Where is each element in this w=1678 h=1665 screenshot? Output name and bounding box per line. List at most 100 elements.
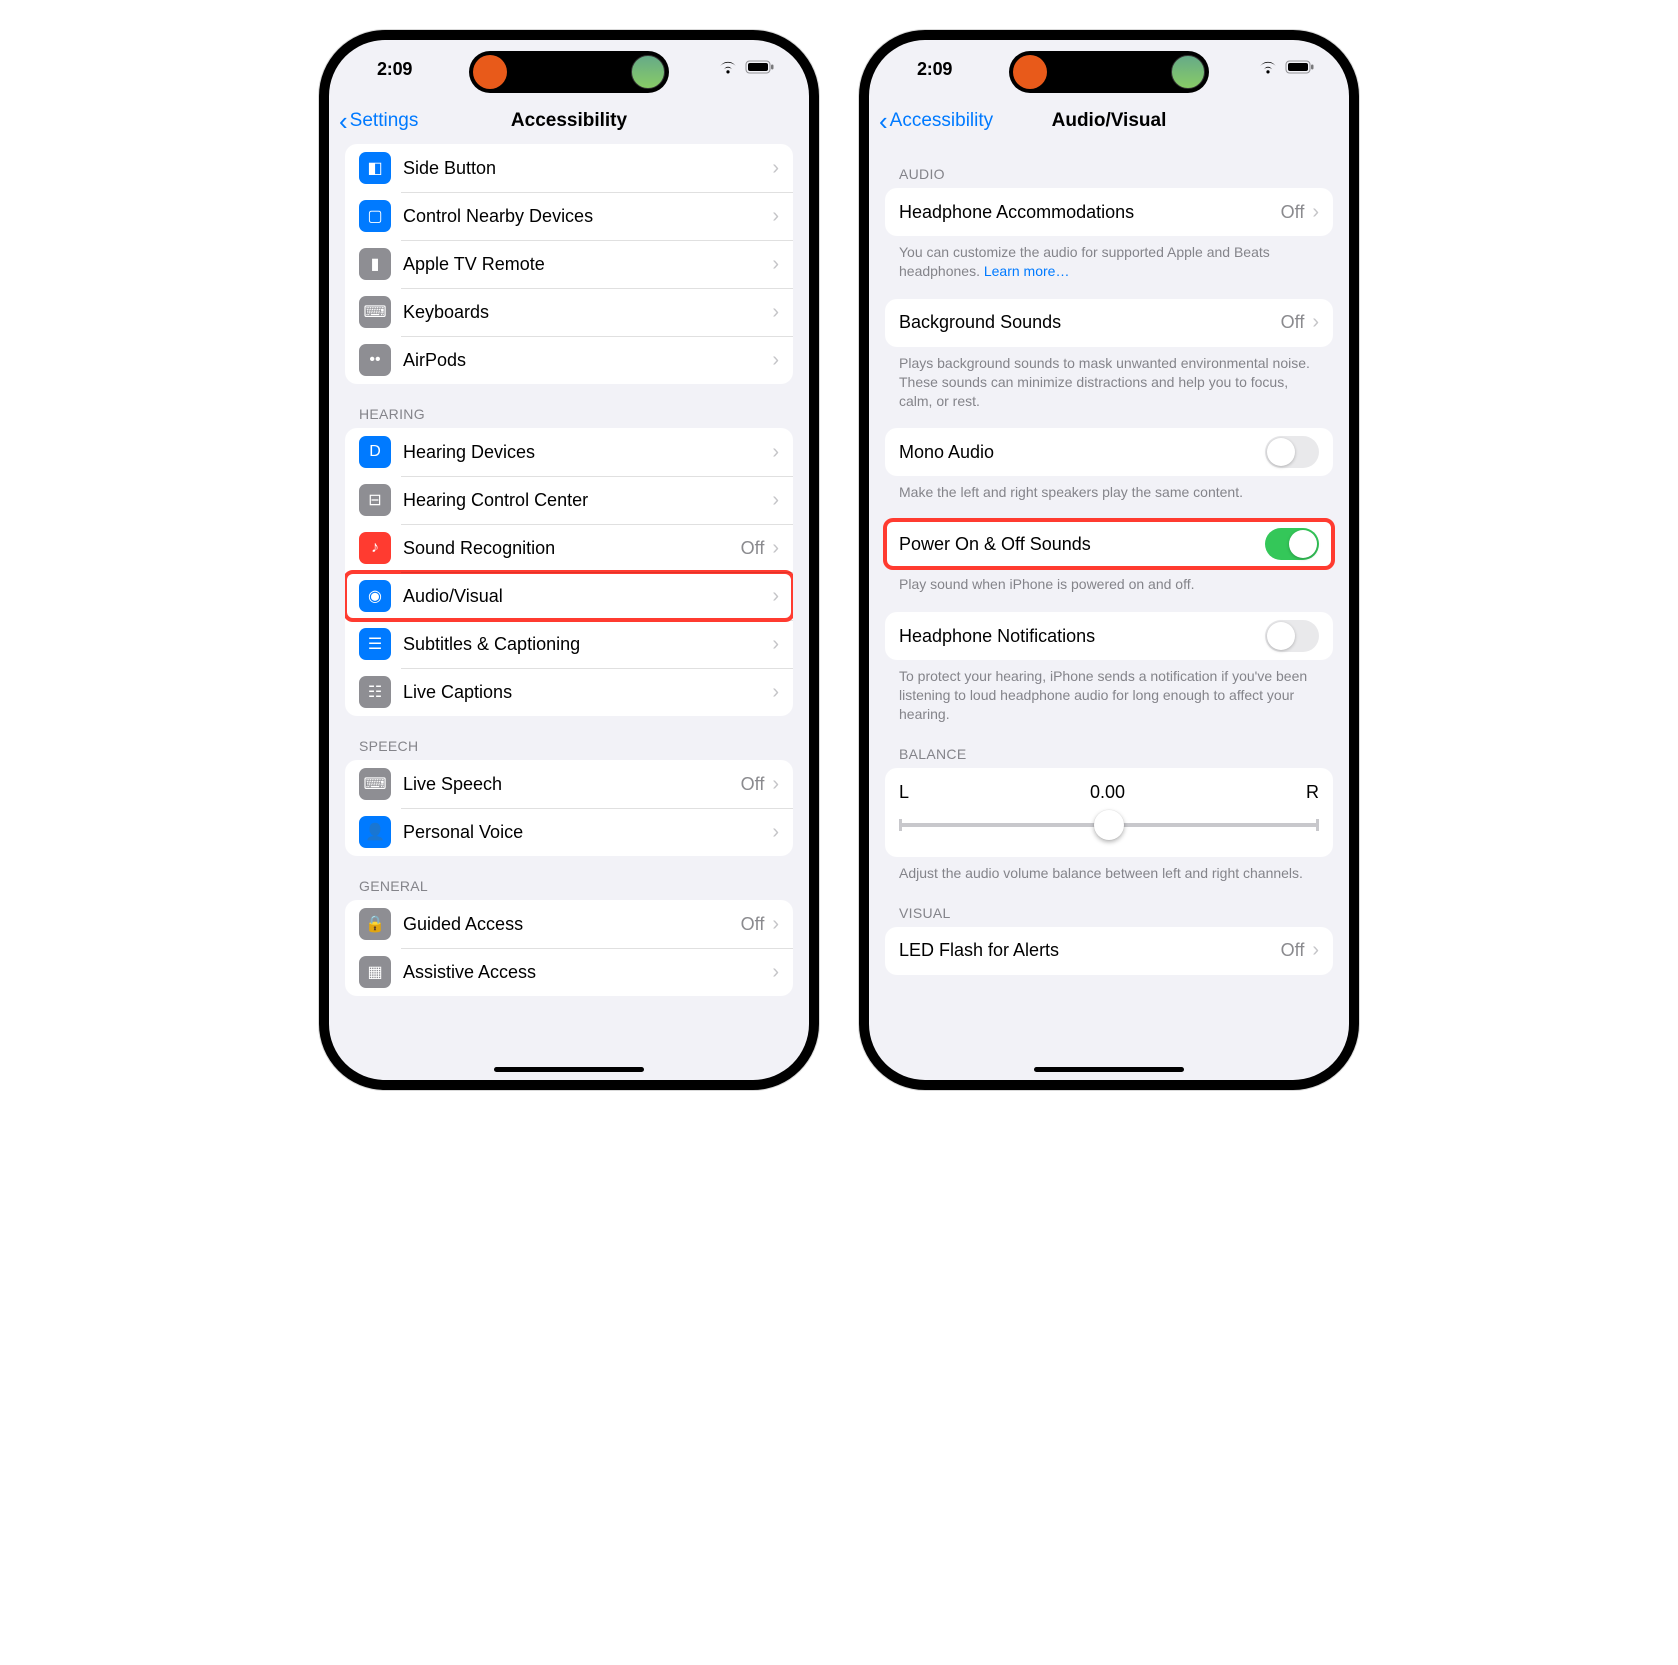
row-audio-visual[interactable]: ◉Audio/Visual› xyxy=(345,572,793,620)
toggle-mono-audio[interactable] xyxy=(1265,436,1319,468)
balance-value: 0.00 xyxy=(1090,782,1125,803)
chevron-left-icon: ‹ xyxy=(339,108,348,134)
row-label: Guided Access xyxy=(403,914,741,935)
row-label: Personal Voice xyxy=(403,822,772,843)
back-label: Accessibility xyxy=(890,110,993,132)
chevron-right-icon: › xyxy=(772,349,779,372)
keyboards-icon: ⌨ xyxy=(359,296,391,328)
row-headphone-notifications[interactable]: Headphone Notifications xyxy=(885,612,1333,660)
chevron-right-icon: › xyxy=(1312,311,1319,334)
audio-visual-icon: ◉ xyxy=(359,580,391,612)
footer-headphone-accom: You can customize the audio for supporte… xyxy=(885,236,1333,281)
hearing-control-icon: ⊟ xyxy=(359,484,391,516)
back-label: Settings xyxy=(350,110,419,132)
row-headphone-accommodations[interactable]: Headphone Accommodations Off › xyxy=(885,188,1333,236)
row-power-sounds[interactable]: Power On & Off Sounds xyxy=(885,520,1333,568)
slider-thumb[interactable] xyxy=(1094,810,1124,840)
section-header-visual: VISUAL xyxy=(885,883,1333,927)
row-label: Apple TV Remote xyxy=(403,254,772,275)
island-widget-left xyxy=(473,55,507,89)
row-label: Live Captions xyxy=(403,682,772,703)
footer-hp-notif: To protect your hearing, iPhone sends a … xyxy=(885,660,1333,724)
battery-icon xyxy=(1285,60,1315,79)
row-hearing-devices[interactable]: DHearing Devices› xyxy=(345,428,793,476)
row-guided-access[interactable]: 🔒Guided AccessOff› xyxy=(345,900,793,948)
page-title: Accessibility xyxy=(511,110,627,132)
learn-more-link[interactable]: Learn more… xyxy=(984,263,1070,279)
chevron-right-icon: › xyxy=(772,681,779,704)
battery-icon xyxy=(745,60,775,79)
airpods-icon: •• xyxy=(359,344,391,376)
row-personal-voice[interactable]: 👤Personal Voice› xyxy=(345,808,793,856)
chevron-right-icon: › xyxy=(1312,939,1319,962)
row-airpods[interactable]: •• AirPods› xyxy=(345,336,793,384)
page-title: Audio/Visual xyxy=(1052,110,1167,132)
section-header-balance: BALANCE xyxy=(885,724,1333,768)
row-label: Hearing Control Center xyxy=(403,490,772,511)
row-label: Live Speech xyxy=(403,774,741,795)
assistive-access-icon: ▦ xyxy=(359,956,391,988)
section-header: SPEECH xyxy=(345,716,793,760)
row-live-speech[interactable]: ⌨Live SpeechOff› xyxy=(345,760,793,808)
chevron-right-icon: › xyxy=(772,913,779,936)
row-sound-recognition[interactable]: ♪Sound RecognitionOff› xyxy=(345,524,793,572)
row-power-sounds-group: Power On & Off Sounds xyxy=(885,520,1333,568)
row-background-sounds[interactable]: Background Sounds Off › xyxy=(885,299,1333,347)
row-label: Side Button xyxy=(403,158,772,179)
island-widget-left xyxy=(1013,55,1047,89)
row-live-captions[interactable]: ☷ Live Captions› xyxy=(345,668,793,716)
footer-mono: Make the left and right speakers play th… xyxy=(885,476,1333,502)
subtitles-icon: ☰ xyxy=(359,628,391,660)
balance-right-label: R xyxy=(1306,782,1319,803)
row-control-nearby[interactable]: ▢Control Nearby Devices› xyxy=(345,192,793,240)
row-mono-audio[interactable]: Mono Audio xyxy=(885,428,1333,476)
section-header: GENERAL xyxy=(345,856,793,900)
row-label: Keyboards xyxy=(403,302,772,323)
status-bar: 2:09 xyxy=(329,40,809,98)
row-subtitles[interactable]: ☰Subtitles & Captioning› xyxy=(345,620,793,668)
row-apple-tv-remote[interactable]: ▮Apple TV Remote› xyxy=(345,240,793,288)
footer-balance: Adjust the audio volume balance between … xyxy=(885,857,1333,883)
home-indicator[interactable] xyxy=(1034,1067,1184,1072)
apple-tv-remote-icon: ▮ xyxy=(359,248,391,280)
sound-recognition-icon: ♪ xyxy=(359,532,391,564)
home-indicator[interactable] xyxy=(494,1067,644,1072)
wifi-icon xyxy=(1258,60,1278,79)
footer-bg-sounds: Plays background sounds to mask unwanted… xyxy=(885,347,1333,411)
island-widget-right xyxy=(1171,55,1205,89)
side-button-icon: ◧ xyxy=(359,152,391,184)
hearing-devices-icon: D xyxy=(359,436,391,468)
toggle-headphone-notifications[interactable] xyxy=(1265,620,1319,652)
section-header: HEARING xyxy=(345,384,793,428)
row-label: Assistive Access xyxy=(403,962,772,983)
row-hearing-control[interactable]: ⊟Hearing Control Center› xyxy=(345,476,793,524)
phone-right: 2:09 ‹ Accessibility Audio/Visual xyxy=(859,30,1359,1090)
row-label: AirPods xyxy=(403,350,772,371)
chevron-right-icon: › xyxy=(772,773,779,796)
row-detail: Off xyxy=(741,774,765,795)
balance-left-label: L xyxy=(899,782,909,803)
dynamic-island xyxy=(1009,51,1209,93)
section-header-audio: AUDIO xyxy=(885,144,1333,188)
row-assistive-access[interactable]: ▦Assistive Access› xyxy=(345,948,793,996)
row-led-flash[interactable]: LED Flash for Alerts Off › xyxy=(885,927,1333,975)
settings-list[interactable]: ◧ Side Button › ▢ Control Nearby Devices › ▮ Ap… xyxy=(329,144,809,1080)
control-nearby-icon: ▢ xyxy=(359,200,391,232)
phone-left: 2:09 ‹ Settings Accessibility ◧Side But xyxy=(319,30,819,1090)
status-bar: 2:09 xyxy=(869,40,1349,98)
row-side-button[interactable]: ◧Side Button› xyxy=(345,144,793,192)
row-label: Control Nearby Devices xyxy=(403,206,772,227)
nav-bar: ‹ Accessibility Audio/Visual xyxy=(869,98,1349,144)
live-captions-icon: ☷ xyxy=(359,676,391,708)
row-label: Subtitles & Captioning xyxy=(403,634,772,655)
toggle-power-sounds[interactable] xyxy=(1265,528,1319,560)
row-label: Hearing Devices xyxy=(403,442,772,463)
chevron-right-icon: › xyxy=(772,585,779,608)
personal-voice-icon: 👤 xyxy=(359,816,391,848)
balance-slider[interactable]: L 0.00 R xyxy=(885,768,1333,857)
back-button[interactable]: ‹ Accessibility xyxy=(879,98,993,144)
status-time: 2:09 xyxy=(377,59,412,80)
settings-list[interactable]: AUDIO Headphone Accommodations Off › You… xyxy=(869,144,1349,1080)
back-button[interactable]: ‹ Settings xyxy=(339,98,418,144)
row-keyboards[interactable]: ⌨Keyboards› xyxy=(345,288,793,336)
